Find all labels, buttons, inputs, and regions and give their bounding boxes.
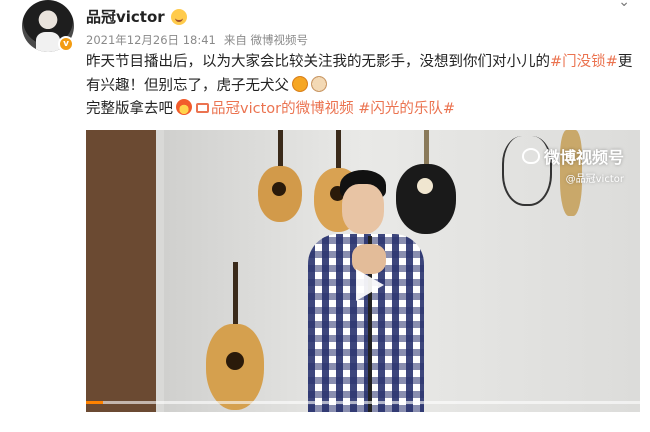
watermark-main: 微博视频号 [543,148,624,167]
weibo-logo-icon [521,148,540,164]
video-link-icon [196,103,209,113]
full-version-text: 完整版拿去吧 [86,101,173,117]
guitar-image [256,130,304,230]
dog-emoji-icon [311,76,327,92]
post-text-part1: 昨天节目播出后，以为大家会比较关注我的无影手，没想到你们对小儿的 [86,54,550,70]
video-watermark: 微博视频号 @品冠victor [521,144,624,185]
post-meta: 2021年12月26日 18:41 来自 微博视频号 [86,32,308,48]
post-date[interactable]: 2021年12月26日 18:41 [86,32,216,48]
post-text: 昨天节目播出后，以为大家会比较关注我的无影手，没想到你们对小儿的#门没锁#更有兴… [86,50,636,98]
chevron-down-icon[interactable]: ⌄ [618,0,630,10]
video-progress-bar[interactable] [86,401,640,404]
play-icon[interactable] [348,267,384,303]
weibo-post-card: v 品冠victor ⌄ 2021年12月26日 18:41 来自 微博视频号 … [10,0,640,412]
smile-badge-icon [170,8,187,25]
hashtag-link[interactable]: #门没锁# [550,54,618,70]
watermark-sub: @品冠victor [565,174,624,185]
post-source[interactable]: 来自 微博视频号 [224,32,308,48]
guitar-image [202,262,268,412]
username-row: 品冠victor [86,6,187,27]
hashtag-link[interactable]: #闪光的乐队# [358,101,455,117]
tiger-emoji-icon [292,76,308,92]
username-link[interactable]: 品冠victor [86,6,165,27]
post-text-line: 完整版拿去吧 品冠victor的微博视频 #闪光的乐队# [86,98,455,120]
v-verified-icon: v [58,36,74,52]
video-link[interactable]: 品冠victor的微博视频 [211,101,354,117]
video-door [156,130,164,412]
video-player[interactable]: 微博视频号 @品冠victor [86,130,640,412]
fire-emoji-icon [176,99,192,115]
video-progress-fill [86,401,103,404]
